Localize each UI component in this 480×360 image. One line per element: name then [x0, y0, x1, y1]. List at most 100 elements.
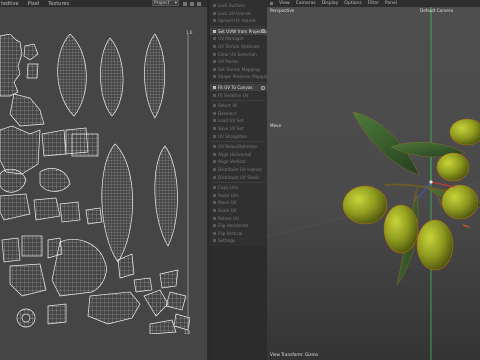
viewport-icon[interactable]	[270, 2, 273, 5]
tool-menu-item-label: Distribute UV Islands	[218, 167, 262, 172]
tool-menu-item[interactable]: Save UV Set	[210, 125, 267, 132]
tool-menu-item[interactable]: Load UV Set	[210, 117, 267, 124]
viewport-projection-label: Perspective	[270, 8, 295, 13]
tool-menu-item-label: Copy UVs	[218, 185, 239, 191]
uv-menu-0[interactable]: tedtive	[1, 1, 19, 7]
gear-icon[interactable]	[261, 85, 265, 90]
viewport-scene[interactable]: Perspective Default Camera Move View Tra…	[267, 7, 480, 360]
tool-item-icon	[213, 19, 216, 23]
tool-menu-item[interactable]: Deselect	[210, 110, 267, 117]
tool-menu-item[interactable]: Paste UVs	[210, 192, 267, 199]
tool-menu-item-label: Set Terrain Mapping	[218, 66, 260, 72]
tool-menu-item[interactable]: UV Straighten	[210, 133, 267, 140]
tool-item-icon	[213, 67, 216, 71]
tool-menu-item[interactable]: Distribute UV Shells	[210, 174, 267, 181]
tool-item-icon	[213, 216, 216, 220]
tool-item-icon	[213, 224, 216, 228]
tool-menu-item[interactable]: Lock Surface	[210, 2, 267, 9]
viewport-menu-3[interactable]: Options	[344, 1, 361, 6]
tool-menu-item-label: Set UVW from Projection	[218, 28, 267, 34]
tool-menu-item[interactable]: Settings	[210, 237, 267, 244]
tool-item-icon	[213, 186, 216, 190]
tool-menu-item-label: UV Straighten	[218, 133, 248, 139]
3d-viewport[interactable]: View Cameras Display Options Filter Pane…	[267, 0, 480, 360]
uv-editor-panel[interactable]: tedtive Pixel Textures Project ▾ 1.0 1.0	[0, 0, 207, 360]
snap-icon[interactable]	[190, 1, 194, 6]
tool-item-icon	[213, 29, 216, 33]
tool-menu-item[interactable]: Align Horizontal	[210, 151, 267, 158]
tool-menu-item-label: UV Packer	[218, 59, 240, 65]
tool-item-icon	[213, 175, 216, 179]
viewport-menu-5[interactable]: Panel	[385, 1, 397, 6]
tool-item-icon	[213, 4, 216, 7]
tool-menu-item-label: Scale UV	[218, 208, 237, 213]
uv-coord-top: 1.0	[186, 30, 193, 35]
tool-item-icon	[213, 134, 216, 138]
tool-item-icon	[213, 168, 216, 171]
tool-menu-item[interactable]: Copy UVs	[210, 184, 267, 191]
tool-menu-item[interactable]: Spread UV Islands	[210, 17, 267, 24]
tool-menu-item-label: Flip Horizontal	[218, 223, 249, 229]
tool-menu-item[interactable]: Rotate UV	[210, 215, 267, 222]
tool-menu-item-label: Clear UV Selection	[218, 51, 257, 57]
tool-menu-item[interactable]: Clear UV Selection	[210, 51, 267, 58]
tool-item-icon	[213, 127, 216, 130]
uv-menu-2[interactable]: Textures	[48, 1, 69, 7]
menu-separator	[212, 82, 265, 83]
tool-menu-item[interactable]: Align Vertical	[210, 158, 267, 165]
menu-separator	[212, 25, 265, 27]
tool-menu-item[interactable]: Set Terrain Mapping	[210, 66, 267, 73]
tool-item-icon	[213, 201, 216, 205]
tool-item-icon	[213, 75, 216, 79]
viewport-menubar: View Cameras Display Options Filter Pane…	[267, 0, 480, 7]
tool-menu-item[interactable]: Fit UV To Canvas	[210, 84, 267, 91]
tool-item-icon	[213, 37, 216, 41]
viewport-menu-0[interactable]: View	[279, 1, 290, 6]
tool-item-icon	[213, 193, 216, 197]
viewport-menu-1[interactable]: Cameras	[296, 1, 316, 6]
tool-menu-item-label: Distribute UV Shells	[218, 174, 260, 180]
tool-menu-item-label: Paste UVs	[218, 192, 239, 198]
tool-menu-item-label: Align Horizontal	[218, 151, 252, 157]
tool-menu-item-label: Save UV Set	[218, 126, 244, 131]
chevron-down-icon: ▾	[174, 0, 177, 6]
uv-canvas[interactable]: 1.0 1.0	[0, 30, 192, 335]
tool-menu-item-label: Deselect	[218, 110, 237, 116]
tool-menu-item-label: Fit UV To Canvas	[218, 85, 253, 90]
tool-menu-item[interactable]: Flip Vertical	[210, 230, 267, 237]
tool-menu-item[interactable]: Shape Preserve Mapping	[210, 73, 267, 80]
tool-item-icon	[213, 119, 216, 123]
uv-islands	[0, 34, 190, 334]
tool-menu-item[interactable]: Flip Horizontal	[210, 222, 267, 229]
viewport-menu-4[interactable]: Filter	[368, 1, 379, 6]
tool-menu-item[interactable]: Set UVW from Projection	[210, 27, 267, 35]
tool-item-icon	[213, 145, 216, 149]
tool-menu-item-label: Load UV Set	[218, 118, 244, 124]
tool-menu-item[interactable]: UV Terrain Optimize	[210, 43, 267, 50]
menu-separator	[212, 141, 265, 143]
tool-menu-item-label: UV Terrain Optimize	[218, 44, 260, 49]
tool-item-icon	[213, 104, 216, 108]
tool-menu-item[interactable]: Select All	[210, 102, 267, 109]
uv-menu-1[interactable]: Pixel	[28, 1, 40, 7]
tool-menu-item[interactable]: Lock UV Islands	[210, 10, 267, 17]
tool-item-icon	[213, 239, 216, 243]
tool-menu-item[interactable]: UV Packer	[210, 58, 267, 65]
tool-menu-item[interactable]: UV Manager	[210, 35, 267, 42]
tool-menu-item[interactable]: UV Relax/Optimize	[210, 143, 267, 150]
tool-menu-item-label: Rotate UV	[218, 215, 239, 221]
tool-menu-item[interactable]: Scale UV	[210, 207, 267, 214]
tool-menu-item[interactable]: Move UV	[210, 199, 267, 206]
tool-menu-item[interactable]: Fit Relation UV	[210, 92, 267, 99]
tool-item-icon	[213, 209, 216, 212]
viewport-menu-2[interactable]: Display	[322, 1, 339, 6]
projection-dropdown[interactable]: Project ▾	[152, 0, 179, 6]
tool-item-icon	[213, 231, 216, 235]
uv-toolbar	[181, 0, 207, 7]
grid-icon[interactable]	[183, 1, 187, 6]
tool-item-icon	[213, 60, 216, 64]
tool-item-icon	[213, 11, 216, 15]
view-icon[interactable]	[197, 1, 201, 6]
tool-menu-item[interactable]: Distribute UV Islands	[210, 166, 267, 173]
tool-menu-item-label: Select All	[218, 103, 238, 109]
